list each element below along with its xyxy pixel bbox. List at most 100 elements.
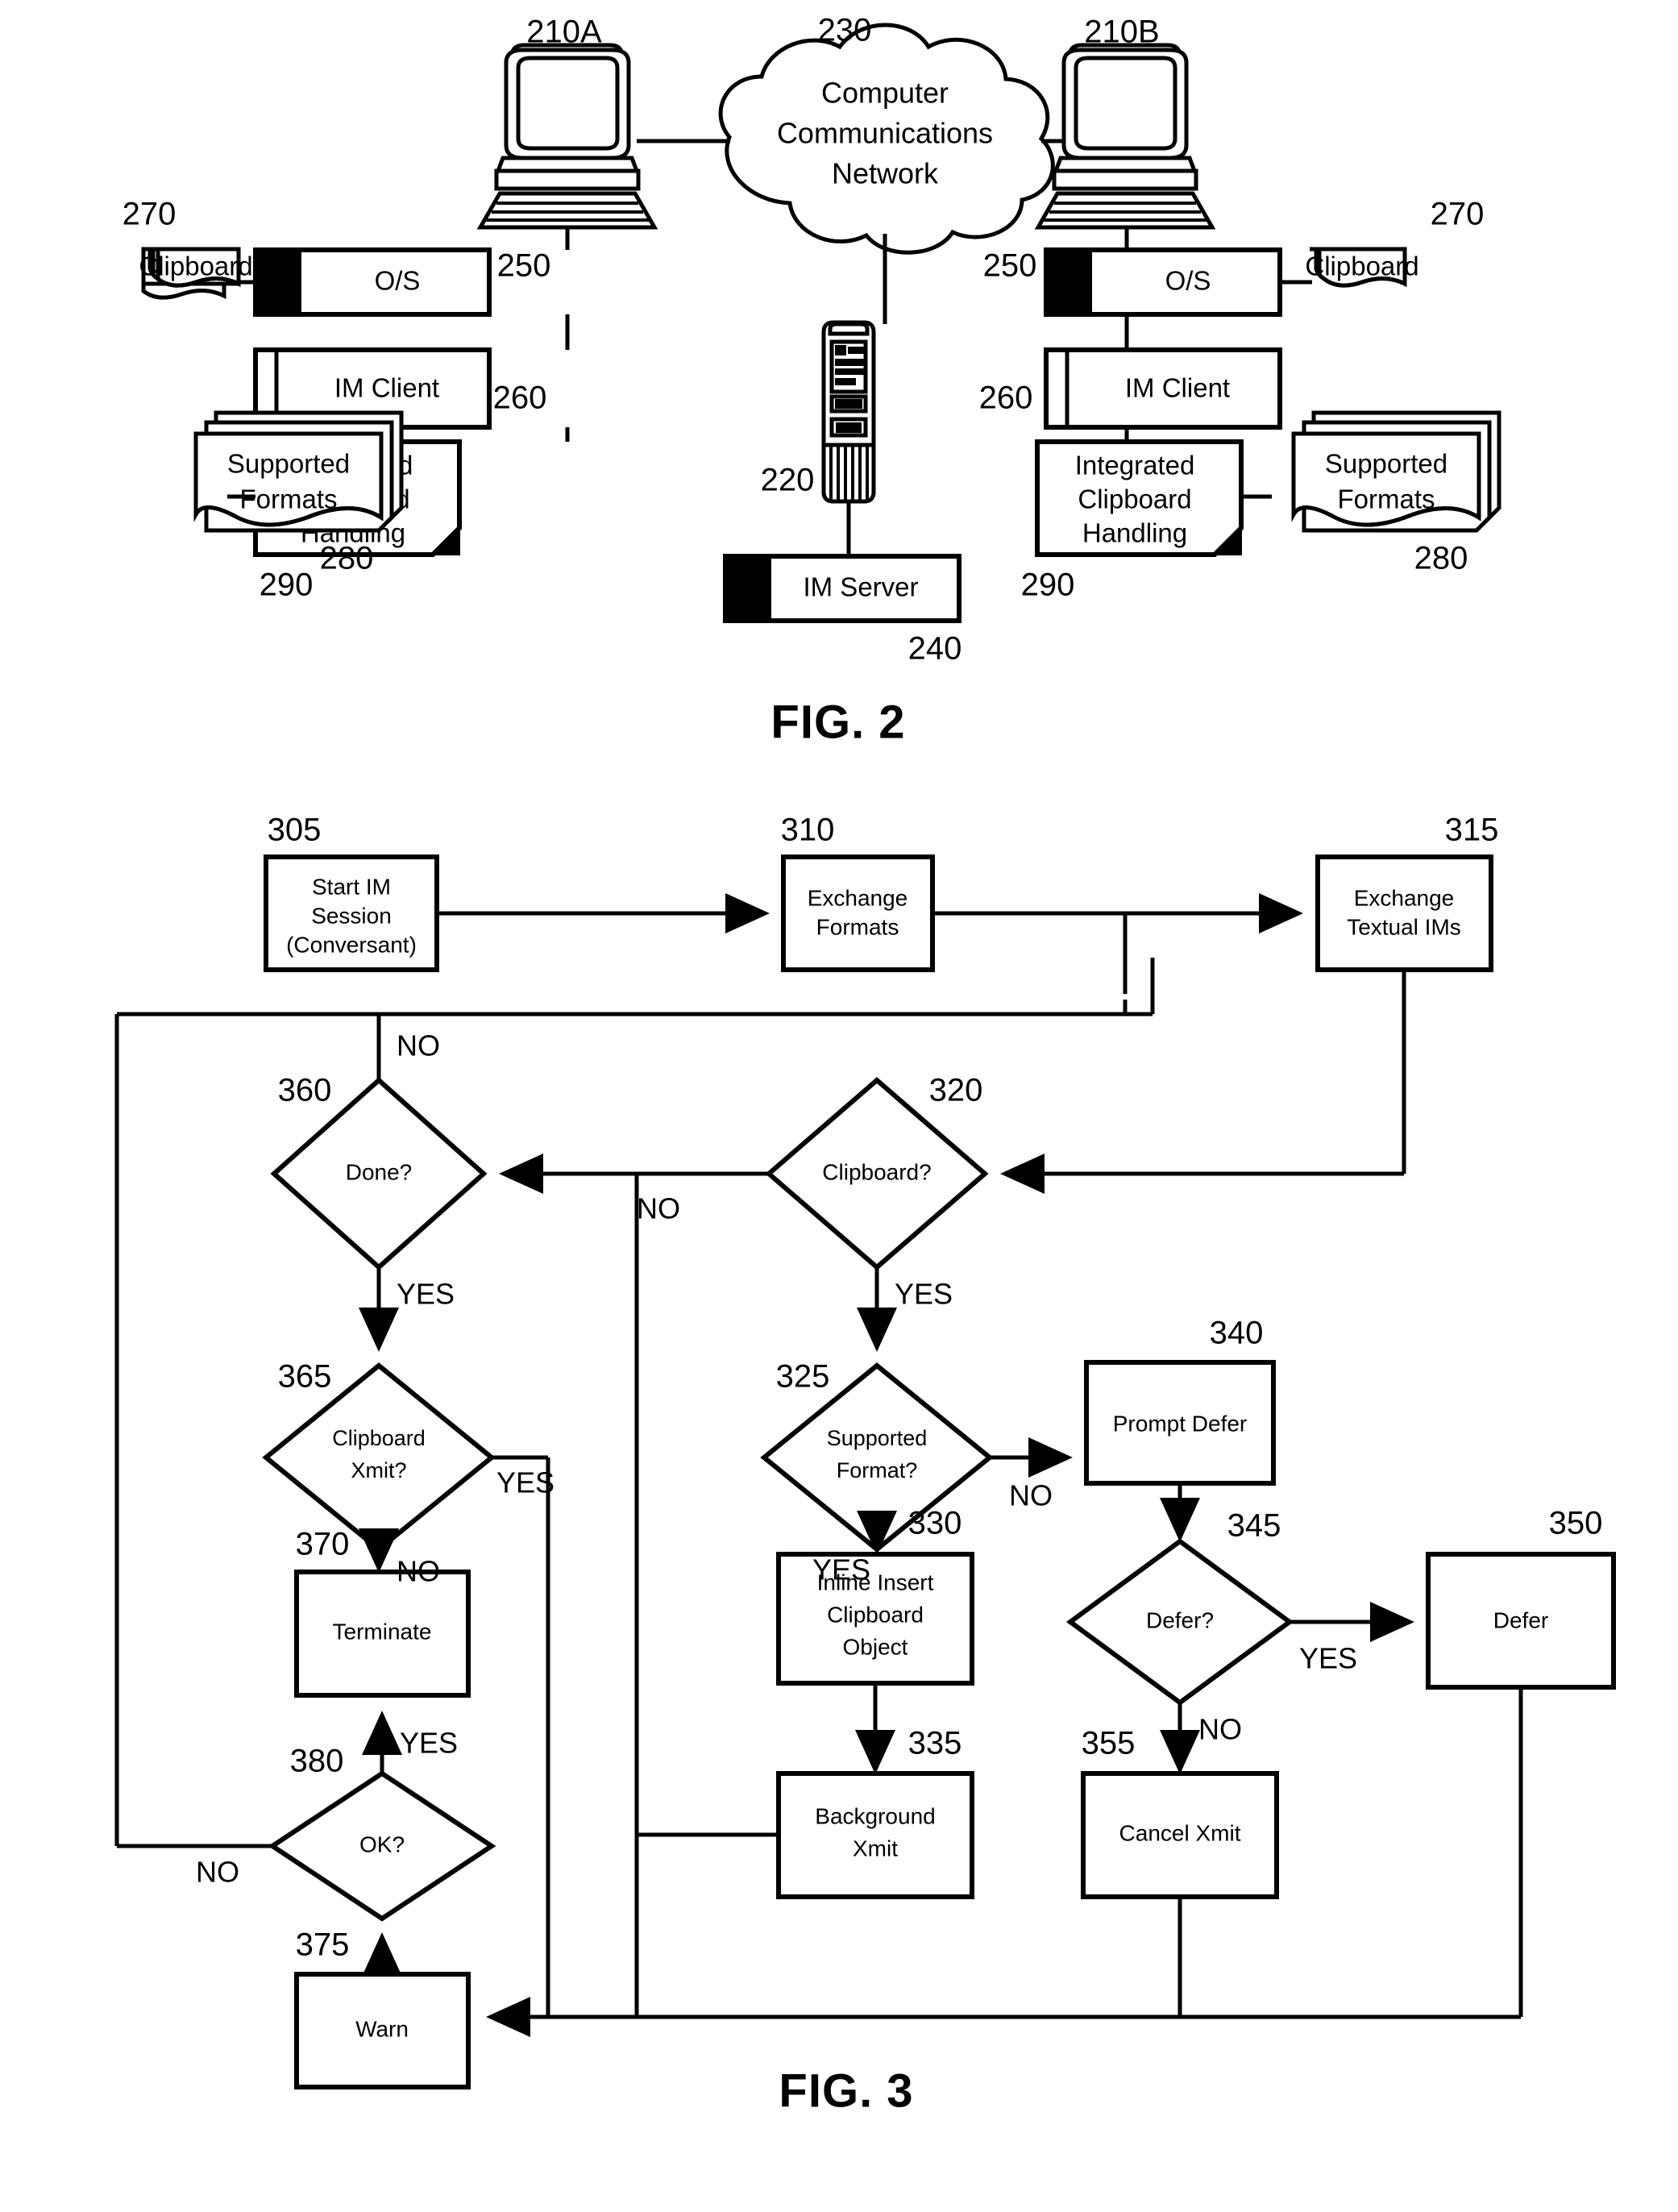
n305-line2: Session — [311, 903, 392, 928]
n350-line1: Defer — [1493, 1607, 1548, 1632]
formats-right-line2: Formats — [1337, 484, 1435, 514]
node-305-start-im-session: Start IM Session (Conversant) 305 — [264, 813, 439, 972]
node-340-prompt-defer: Prompt Defer 340 — [1084, 1316, 1276, 1486]
ref-280-right: 280 — [1414, 541, 1468, 576]
edge-label-320-yes: YES — [895, 1278, 953, 1311]
figures-canvas: Computer Communications Network 230 210A… — [114, 13, 1616, 2117]
ref-280-left: 280 — [320, 541, 374, 576]
edge-label-380-yes: YES — [400, 1727, 458, 1760]
os-right-250-box: O/S 250 — [983, 247, 1282, 317]
edge-label-365-yes: YES — [496, 1466, 554, 1499]
ref-345: 345 — [1227, 1508, 1281, 1544]
fig3-caption: FIG. 3 — [779, 2064, 913, 2117]
cloud-label-line1: Computer — [821, 77, 949, 110]
ref-290-right: 290 — [1021, 568, 1075, 603]
ref-260-left: 260 — [493, 380, 547, 416]
n360-line1: Done? — [346, 1159, 413, 1184]
n310-line1: Exchange — [808, 885, 908, 910]
clipboard-left-label: Clipboard — [139, 252, 252, 281]
edge-label-360-no: NO — [397, 1029, 440, 1062]
node-320-clipboard-decision: Clipboard? 320 — [765, 1073, 989, 1270]
node-370-terminate: Terminate 370 — [294, 1527, 471, 1698]
ref-360: 360 — [278, 1073, 332, 1108]
n345-line1: Defer? — [1146, 1607, 1214, 1632]
n320-line1: Clipboard? — [822, 1159, 931, 1184]
ref-240: 240 — [908, 631, 962, 667]
ref-325: 325 — [776, 1359, 830, 1395]
n340-line1: Prompt Defer — [1113, 1411, 1248, 1436]
workstation-210b-icon: 210B — [1034, 15, 1216, 230]
n310-line2: Formats — [816, 914, 899, 939]
server-tower-220-icon: 220 — [761, 320, 876, 504]
im-server-240-box: IM Server 240 — [723, 554, 962, 667]
workstation-210a-icon: 210A — [476, 15, 658, 230]
ref-270-right: 270 — [1431, 197, 1485, 232]
edge-label-345-no: NO — [1198, 1713, 1242, 1746]
fig2-caption: FIG. 2 — [770, 696, 905, 748]
ref-220: 220 — [761, 463, 815, 498]
ref-335: 335 — [908, 1726, 962, 1761]
im-client-right-260-box: IM Client 260 — [979, 347, 1282, 430]
edge-label-325-no: NO — [1009, 1479, 1053, 1512]
ref-250-right: 250 — [983, 248, 1037, 284]
figure-2: Computer Communications Network 230 210A… — [123, 13, 1501, 748]
n330-line3: Object — [843, 1634, 908, 1659]
im-client-left-label: IM Client — [334, 373, 439, 403]
n370-line1: Terminate — [333, 1619, 432, 1644]
network-cloud-230: Computer Communications Network 230 — [718, 13, 1055, 255]
ref-305: 305 — [268, 813, 322, 848]
edge-label-345-yes: YES — [1299, 1642, 1357, 1675]
n375-line1: Warn — [355, 2016, 409, 2041]
n315-line2: Textual IMs — [1347, 914, 1461, 939]
ref-320: 320 — [929, 1073, 983, 1108]
edge-label-320-no: NO — [637, 1192, 680, 1225]
n325-line1: Supported — [827, 1426, 928, 1450]
ref-355: 355 — [1082, 1726, 1136, 1761]
ref-375: 375 — [296, 1927, 350, 1963]
edge-label-360-yes: YES — [397, 1278, 455, 1311]
ref-365: 365 — [278, 1359, 332, 1395]
os-left-250-box: O/S 250 — [253, 247, 551, 317]
cloud-label-line3: Network — [832, 157, 939, 190]
n365-line2: Xmit? — [351, 1458, 406, 1482]
n365-line1: Clipboard — [332, 1426, 426, 1450]
ref-340: 340 — [1210, 1316, 1264, 1351]
edge-label-380-no: NO — [196, 1856, 239, 1889]
n305-line3: (Conversant) — [286, 932, 417, 957]
n355-line1: Cancel Xmit — [1119, 1820, 1241, 1845]
formats-left-line1: Supported — [227, 449, 350, 479]
os-right-label: O/S — [1165, 266, 1211, 296]
clipboard-left-270-doc: Clipboard 270 — [123, 197, 253, 300]
handling-right-line3: Handling — [1082, 518, 1187, 548]
ref-270-left: 270 — [123, 197, 177, 232]
n330-line2: Clipboard — [827, 1602, 924, 1627]
handling-right-line2: Clipboard — [1078, 484, 1191, 514]
edge-label-325-yes: YES — [812, 1553, 870, 1586]
formats-right-280-stack: Supported Formats 280 — [1291, 410, 1501, 576]
im-server-label: IM Server — [803, 572, 918, 602]
ref-310: 310 — [781, 813, 835, 848]
cloud-label-line2: Communications — [777, 117, 993, 150]
clipboard-right-270-doc: Clipboard 270 — [1305, 197, 1485, 288]
n335-line2: Xmit — [853, 1836, 898, 1861]
ref-250-left: 250 — [497, 248, 551, 284]
figure-3: Start IM Session (Conversant) 305 Exchan… — [114, 813, 1616, 2117]
n305-line1: Start IM — [312, 874, 391, 899]
ref-315: 315 — [1445, 813, 1499, 848]
ref-370: 370 — [296, 1527, 350, 1562]
n315-line1: Exchange — [1354, 885, 1455, 910]
ref-350: 350 — [1549, 1506, 1603, 1541]
node-360-done-decision: Done? 360 — [270, 1073, 488, 1271]
formats-left-line2: Formats — [239, 484, 337, 514]
patent-drawing-sheet: Computer Communications Network 230 210A… — [0, 0, 1678, 2212]
edge-label-365-no: NO — [397, 1555, 440, 1588]
os-left-label: O/S — [375, 266, 421, 296]
n380-line1: OK? — [359, 1832, 405, 1856]
ref-260-right: 260 — [979, 380, 1033, 416]
formats-right-line1: Supported — [1325, 449, 1447, 479]
node-310-exchange-formats: Exchange Formats 310 — [781, 813, 935, 972]
node-365-clipboard-xmit-decision: Clipboard Xmit? 365 — [262, 1359, 496, 1553]
node-350-defer: Defer 350 — [1426, 1506, 1616, 1690]
ref-290-left: 290 — [260, 568, 314, 603]
ref-230: 230 — [818, 13, 872, 48]
